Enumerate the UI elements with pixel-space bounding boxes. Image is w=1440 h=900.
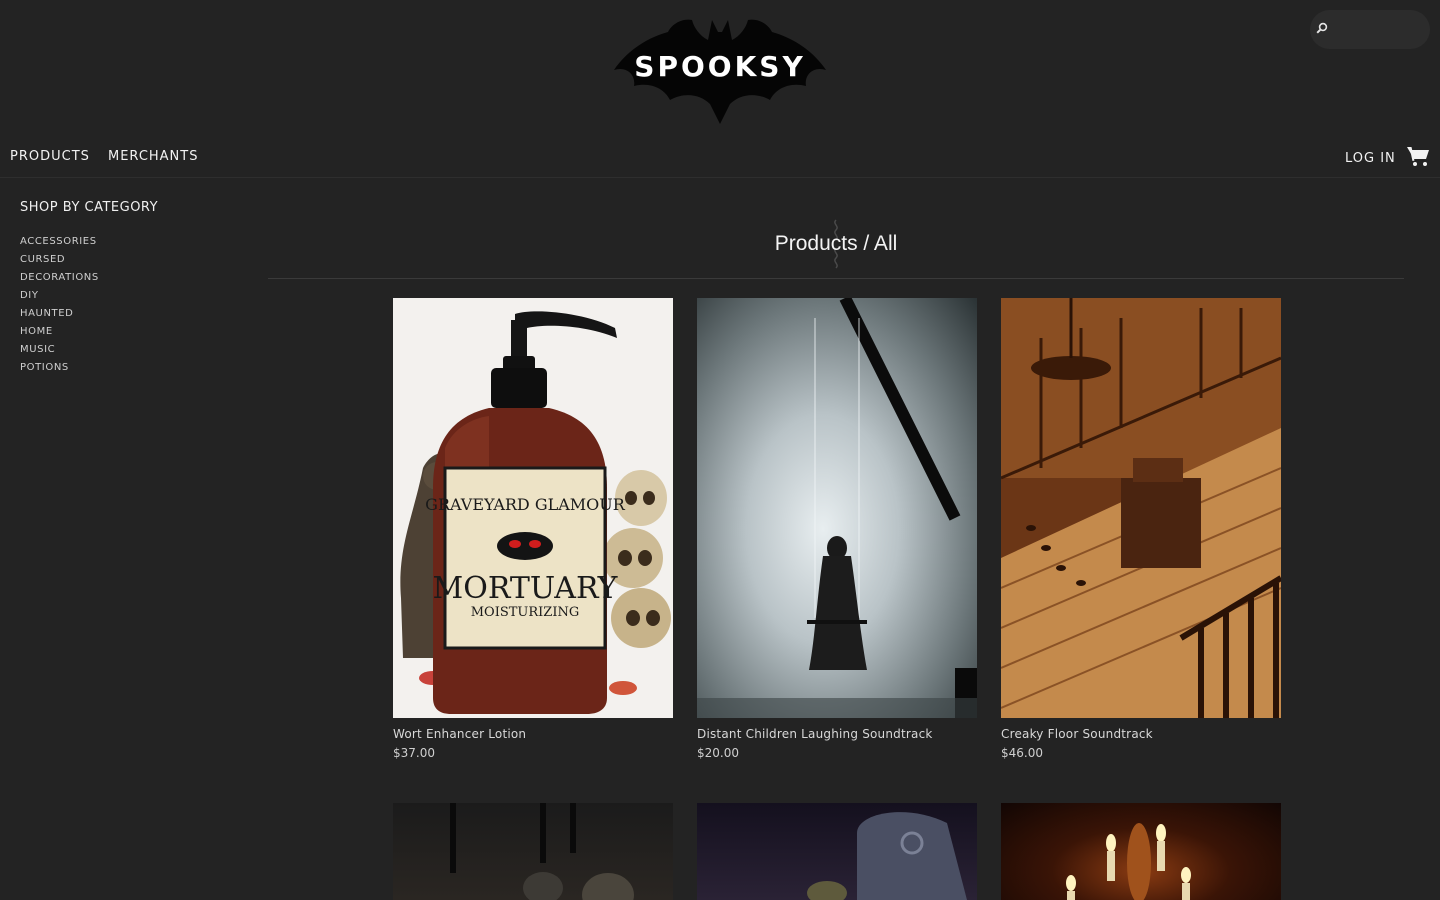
bulbs-image [450,803,634,900]
nav-merchants-link[interactable]: MERCHANTS [108,149,198,164]
category-diy[interactable]: DIY [20,290,99,308]
tombstone-image [807,812,967,900]
haunted-room-image [1001,298,1281,718]
product-card[interactable] [393,803,673,900]
product-image[interactable] [393,803,673,900]
title-divider [268,278,1404,279]
label-line-3: MOISTURIZING [471,605,580,620]
search-input[interactable] [1336,18,1422,40]
product-name[interactable]: Wort Enhancer Lotion [393,727,673,741]
category-list: ACCESSORIES CURSED DECORATIONS DIY HAUNT… [20,236,99,380]
product-image[interactable] [1001,803,1281,900]
product-image[interactable]: GRAVEYARD GLAMOUR MORTUARY MOISTURIZING [393,298,673,718]
site-header: SPOOKSY PRODUCTS MERCHANTS LOG IN [0,0,1440,178]
cart-icon[interactable] [1406,145,1430,167]
product-price: $46.00 [1001,746,1043,760]
product-card[interactable] [697,803,977,900]
spooksy-logo[interactable]: SPOOKSY [612,14,828,126]
category-decorations[interactable]: DECORATIONS [20,272,99,290]
product-price: $20.00 [697,746,739,760]
lotion-bottle-image: GRAVEYARD GLAMOUR MORTUARY MOISTURIZING [393,298,673,718]
category-potions[interactable]: POTIONS [20,362,99,380]
product-name[interactable]: Distant Children Laughing Soundtrack [697,727,977,741]
login-link[interactable]: LOG IN [1345,151,1396,166]
candelabra-image [1066,823,1191,900]
category-cursed[interactable]: CURSED [20,254,99,272]
category-accessories[interactable]: ACCESSORIES [20,236,99,254]
sidebar-title: SHOP BY CATEGORY [20,200,159,215]
swing-silhouette-image [697,298,977,718]
nav-products-link[interactable]: PRODUCTS [10,149,90,164]
label-line-2: MORTUARY [433,571,619,606]
product-image[interactable] [697,298,977,718]
search-box[interactable] [1310,10,1430,49]
product-card[interactable]: Creaky Floor Soundtrack $46.00 [1001,298,1281,760]
logo-wordmark: SPOOKSY [634,50,806,83]
category-home[interactable]: HOME [20,326,99,344]
product-card[interactable]: Distant Children Laughing Soundtrack $20… [697,298,977,760]
product-image[interactable] [697,803,977,900]
page-title: Products / All [774,232,898,255]
category-haunted[interactable]: HAUNTED [20,308,99,326]
product-card[interactable]: GRAVEYARD GLAMOUR MORTUARY MOISTURIZING … [393,298,673,760]
product-price: $37.00 [393,746,435,760]
search-icon[interactable] [1316,22,1328,34]
label-line-1: GRAVEYARD GLAMOUR [425,495,626,514]
product-card[interactable] [1001,803,1281,900]
product-image[interactable] [1001,298,1281,718]
category-music[interactable]: MUSIC [20,344,99,362]
product-name[interactable]: Creaky Floor Soundtrack [1001,727,1281,741]
